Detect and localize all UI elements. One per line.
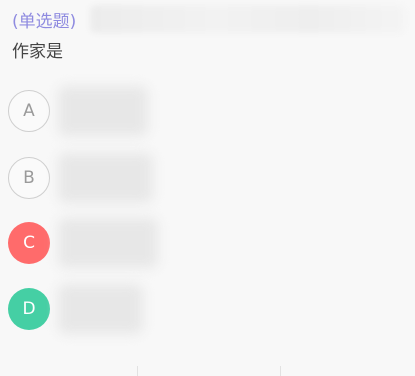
option-a-letter[interactable]: A: [8, 90, 50, 132]
quiz-page: (单选题) 作家是 A B C D: [0, 0, 415, 376]
question-stem: 作家是: [12, 42, 63, 62]
option-d[interactable]: D: [8, 284, 408, 334]
toolbar-divider: [137, 366, 138, 376]
question-type-label: (单选题): [12, 12, 77, 32]
option-b[interactable]: B: [8, 153, 408, 203]
option-c[interactable]: C: [8, 218, 408, 268]
bottom-toolbar: [0, 366, 415, 376]
option-d-letter[interactable]: D: [8, 288, 50, 330]
option-a[interactable]: A: [8, 86, 408, 136]
option-d-text-redacted: [58, 284, 143, 334]
option-c-letter[interactable]: C: [8, 222, 50, 264]
toolbar-divider: [280, 366, 281, 376]
option-b-text-redacted: [58, 153, 153, 203]
option-c-text-redacted: [58, 218, 158, 268]
option-b-letter[interactable]: B: [8, 157, 50, 199]
option-a-text-redacted: [58, 86, 148, 136]
question-title-redacted: [90, 5, 405, 33]
